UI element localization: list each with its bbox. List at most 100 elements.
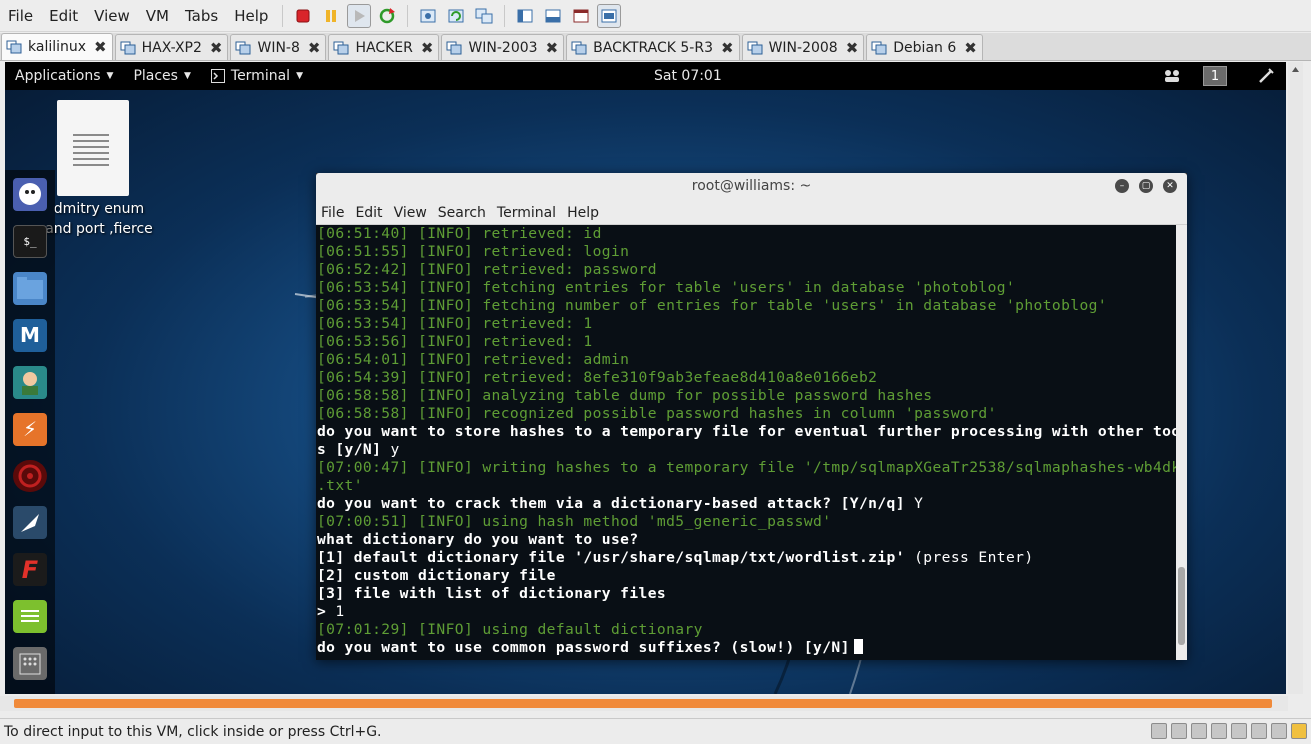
close-icon[interactable]: ✖ bbox=[210, 39, 223, 57]
terminal-menu-view[interactable]: View bbox=[389, 205, 433, 221]
burpsuite-icon[interactable]: ⚡ bbox=[13, 412, 47, 446]
faraday-icon[interactable]: F bbox=[13, 553, 47, 587]
power-off-button[interactable] bbox=[291, 4, 315, 28]
close-button[interactable]: ✕ bbox=[1163, 179, 1177, 193]
terminal-scrollbar-thumb[interactable] bbox=[1178, 567, 1185, 645]
workspace-indicator[interactable]: 1 bbox=[1203, 66, 1227, 86]
power-menu-icon[interactable] bbox=[1257, 67, 1275, 85]
terminal-line-text: [06:51:55] [INFO] retrieved: login bbox=[317, 243, 630, 260]
display-icon[interactable] bbox=[1271, 723, 1287, 739]
terminal-app-menu[interactable]: Terminal ▼ bbox=[201, 68, 313, 84]
terminal-output[interactable]: [06:51:40] [INFO] retrieved: id [06:51:55… bbox=[316, 225, 1176, 660]
places-menu[interactable]: Places ▼ bbox=[123, 68, 200, 84]
terminal-line-text: [07:00:51] [INFO] using hash method 'md5… bbox=[317, 513, 832, 530]
close-icon[interactable]: ✖ bbox=[94, 38, 107, 56]
horizontal-scrollbar-thumb[interactable] bbox=[14, 699, 1272, 708]
vm-tab-win-2008[interactable]: WIN-2008 ✖ bbox=[741, 34, 865, 60]
stop-icon bbox=[296, 9, 310, 22]
host-statusbar: To direct input to this VM, click inside… bbox=[0, 718, 1311, 744]
vm-tab-backtrack[interactable]: BACKTRACK 5-R3 ✖ bbox=[566, 34, 740, 60]
vm-tab-hax-xp2[interactable]: HAX-XP2 ✖ bbox=[114, 34, 229, 60]
power-on-button[interactable] bbox=[347, 3, 372, 28]
pause-icon bbox=[326, 9, 337, 22]
host-menu-edit[interactable]: Edit bbox=[41, 1, 86, 31]
close-icon[interactable]: ✖ bbox=[421, 39, 434, 57]
terminal-icon[interactable]: $_ bbox=[13, 224, 47, 258]
scroll-up-icon[interactable] bbox=[1288, 63, 1303, 77]
terminal-line: [06:54:01] [INFO] retrieved: admin bbox=[317, 351, 1176, 369]
snapshot-button[interactable] bbox=[416, 4, 440, 28]
suspend-button[interactable] bbox=[319, 4, 343, 28]
vm-tab-win-8[interactable]: WIN-8 ✖ bbox=[230, 34, 327, 60]
terminal-titlebar[interactable]: root@williams: ~ – ▢ ✕ bbox=[316, 173, 1187, 201]
show-console-button[interactable] bbox=[541, 4, 565, 28]
show-apps-icon[interactable] bbox=[13, 647, 47, 681]
host-menu-file[interactable]: File bbox=[0, 1, 41, 31]
places-label: Places bbox=[133, 68, 178, 84]
printer-icon[interactable] bbox=[1231, 723, 1247, 739]
vm-tab-win-2003[interactable]: WIN-2003 ✖ bbox=[441, 34, 565, 60]
files-icon[interactable] bbox=[13, 271, 47, 305]
reset-button[interactable] bbox=[375, 4, 399, 28]
terminal-line: [06:53:54] [INFO] fetching number of ent… bbox=[317, 297, 1176, 315]
notes-icon[interactable] bbox=[13, 600, 47, 634]
vm-tab-hacker[interactable]: HACKER ✖ bbox=[328, 34, 440, 60]
close-icon[interactable]: ✖ bbox=[846, 39, 859, 57]
close-icon[interactable]: ✖ bbox=[546, 39, 559, 57]
vm-tab-bar: kalilinux ✖ HAX-XP2 ✖ WIN-8 ✖ HACKER ✖ W… bbox=[0, 33, 1311, 61]
zaproxy-icon[interactable] bbox=[13, 506, 47, 540]
armitage-icon[interactable] bbox=[13, 365, 47, 399]
vertical-scrollbar[interactable] bbox=[1288, 62, 1303, 694]
guest-desktop[interactable]: Applications ▼ Places ▼ Terminal ▼ Sat 0… bbox=[5, 62, 1286, 694]
terminal-window[interactable]: root@williams: ~ – ▢ ✕ File Edit View Se… bbox=[316, 173, 1187, 660]
revert-snapshot-button[interactable] bbox=[444, 4, 468, 28]
host-menu-view[interactable]: View bbox=[86, 1, 138, 31]
host-menu-help[interactable]: Help bbox=[226, 1, 276, 31]
clock[interactable]: Sat 07:01 bbox=[654, 62, 722, 90]
vm-icon bbox=[6, 40, 22, 54]
terminal-menu-file[interactable]: File bbox=[316, 205, 350, 221]
applications-menu[interactable]: Applications ▼ bbox=[5, 68, 123, 84]
terminal-scrollbar[interactable] bbox=[1176, 225, 1187, 660]
host-menu-tabs[interactable]: Tabs bbox=[177, 1, 226, 31]
usb-icon[interactable] bbox=[1211, 723, 1227, 739]
close-icon[interactable]: ✖ bbox=[964, 39, 977, 57]
kali-penguin-icon[interactable] bbox=[13, 178, 47, 211]
vm-tab-debian-6[interactable]: Debian 6 ✖ bbox=[866, 34, 983, 60]
terminal-user-input: 1 bbox=[326, 603, 345, 620]
terminal-line: do you want to use common password suffi… bbox=[317, 639, 1176, 657]
unity-button[interactable] bbox=[597, 3, 622, 28]
close-icon[interactable]: ✖ bbox=[308, 39, 321, 57]
terminal-line: [3] file with list of dictionary files bbox=[317, 585, 1176, 603]
vm-tab-kalilinux[interactable]: kalilinux ✖ bbox=[1, 33, 113, 60]
terminal-menu-terminal[interactable]: Terminal bbox=[492, 205, 562, 221]
network-adapter-icon[interactable] bbox=[1191, 723, 1207, 739]
fullscreen-button[interactable] bbox=[569, 4, 593, 28]
network-icon[interactable] bbox=[1163, 68, 1181, 84]
beef-icon[interactable] bbox=[13, 459, 47, 493]
show-sidebar-button[interactable] bbox=[513, 4, 537, 28]
maximize-button[interactable]: ▢ bbox=[1139, 179, 1153, 193]
terminal-menu-help[interactable]: Help bbox=[562, 205, 605, 221]
metasploit-icon[interactable]: M bbox=[13, 318, 47, 352]
close-icon[interactable]: ✖ bbox=[721, 39, 734, 57]
terminal-menu-edit[interactable]: Edit bbox=[350, 205, 388, 221]
terminal-line-text: [06:53:56] [INFO] retrieved: 1 bbox=[317, 333, 593, 350]
vm-tab-label: HAX-XP2 bbox=[141, 39, 202, 56]
minimize-button[interactable]: – bbox=[1115, 179, 1129, 193]
cd-rom-icon[interactable] bbox=[1171, 723, 1187, 739]
hard-disk-icon[interactable] bbox=[1151, 723, 1167, 739]
fullscreen-icon bbox=[573, 9, 589, 22]
snapshot-manager-button[interactable] bbox=[472, 4, 496, 28]
chevron-down-icon: ▼ bbox=[296, 71, 303, 81]
terminal-user-input: (press Enter) bbox=[904, 549, 1034, 566]
terminal-menubar: File Edit View Search Terminal Help bbox=[316, 201, 1187, 225]
terminal-menu-search[interactable]: Search bbox=[433, 205, 492, 221]
message-icon[interactable] bbox=[1291, 723, 1307, 739]
chevron-down-icon: ▼ bbox=[106, 71, 114, 81]
host-menu-vm[interactable]: VM bbox=[138, 1, 177, 31]
sound-icon[interactable] bbox=[1251, 723, 1267, 739]
horizontal-scrollbar[interactable] bbox=[0, 696, 1288, 711]
desktop-file-label[interactable]: dmitry enum and port ,fierce bbox=[39, 199, 159, 239]
desktop-file-icon[interactable] bbox=[57, 100, 129, 196]
